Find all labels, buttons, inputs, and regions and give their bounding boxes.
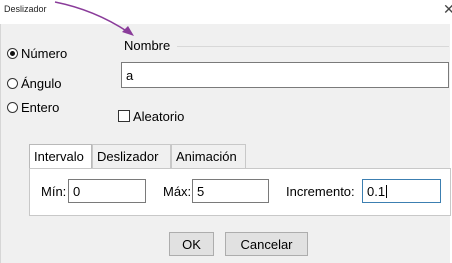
tab-label: Deslizador [97, 149, 159, 164]
radio-indicator [7, 77, 18, 89]
max-value: 5 [197, 183, 205, 199]
tab-label: Intervalo [34, 149, 84, 164]
random-checkbox[interactable]: Aleatorio [118, 108, 184, 124]
group-divider [177, 46, 449, 47]
checkbox-box [118, 110, 130, 122]
radio-label: Entero [21, 99, 60, 115]
cancel-button-label: Cancelar [240, 236, 293, 252]
interval-panel: Mín: 0 Máx: 5 Incremento: 0.1 [29, 168, 451, 216]
max-label: Máx: [163, 184, 192, 199]
increment-value: 0.1 [367, 183, 386, 199]
increment-input[interactable]: 0.1 [362, 179, 441, 203]
radio-label: Ángulo [21, 75, 62, 91]
min-input[interactable]: 0 [68, 179, 146, 203]
ok-button-label: OK [182, 236, 201, 252]
min-value: 0 [73, 183, 81, 199]
title-bar: Deslizador ✕ [0, 0, 452, 24]
tab-deslizador[interactable]: Deslizador [92, 144, 171, 168]
tab-intervalo[interactable]: Intervalo [29, 144, 92, 168]
radio-label: Número [21, 45, 68, 61]
close-icon[interactable]: ✕ [443, 2, 452, 16]
checkbox-label: Aleatorio [133, 108, 185, 124]
radio-numero[interactable]: Número [7, 45, 67, 61]
name-input-value: a [126, 67, 134, 83]
cancel-button[interactable]: Cancelar [225, 232, 308, 256]
name-input[interactable]: a [121, 62, 449, 88]
ok-button[interactable]: OK [169, 232, 214, 256]
radio-angulo[interactable]: Ángulo [7, 75, 61, 91]
dialog-body: Número Ángulo Entero Nombre a Aleatorio … [0, 24, 451, 263]
window-title: Deslizador [4, 4, 47, 14]
increment-label: Incremento: [286, 184, 355, 199]
radio-entero[interactable]: Entero [7, 99, 59, 115]
text-caret [386, 184, 388, 198]
min-label: Mín: [41, 184, 67, 199]
tab-label: Animación [176, 149, 237, 164]
tab-animacion[interactable]: Animación [171, 144, 246, 168]
radio-indicator-checked [7, 47, 18, 59]
radio-indicator [7, 101, 18, 113]
max-input[interactable]: 5 [192, 179, 269, 203]
name-group-label: Nombre [124, 38, 171, 53]
